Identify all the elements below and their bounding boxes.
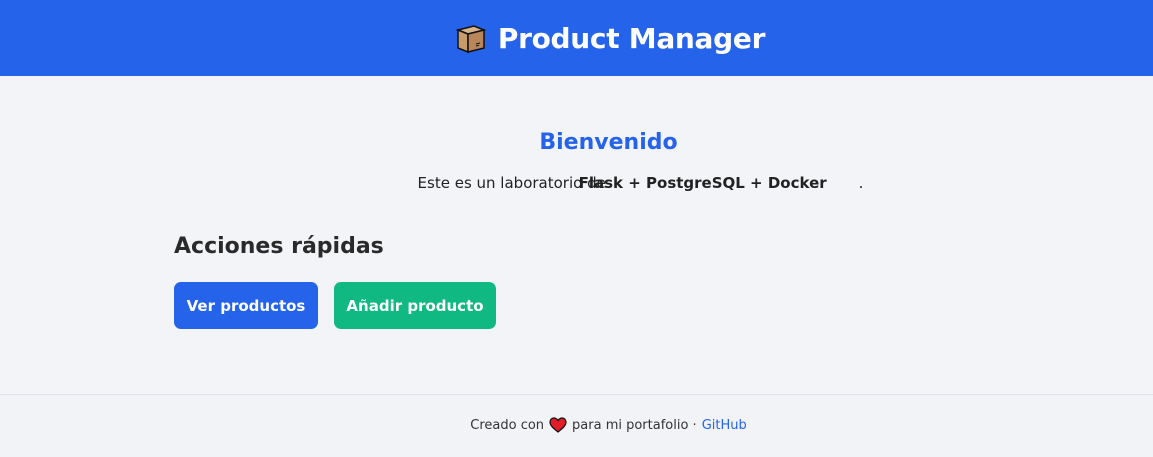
top-header: Product Manager (0, 0, 1153, 76)
welcome-title: Bienvenido (539, 130, 678, 155)
app-title: Product Manager (497, 21, 766, 55)
brand: Product Manager (452, 20, 765, 56)
package-box-icon (455, 25, 487, 54)
quick-actions-title: Acciones rápidas (174, 234, 384, 259)
footer-middle: para mi portafolio · (572, 417, 697, 433)
footer: Creado con para mi portafolio · GitHub (0, 394, 1153, 457)
view-products-button[interactable]: Ver productos (174, 282, 318, 329)
heart-icon (549, 417, 567, 433)
footer-prefix: Creado con (470, 417, 545, 433)
github-link[interactable]: GitHub (702, 418, 747, 433)
welcome-section: Bienvenido (0, 130, 1153, 155)
welcome-text-bold: Flask + PostgreSQL + Docker (578, 174, 827, 192)
add-product-button[interactable]: Añadir producto (334, 282, 496, 329)
welcome-text: Este es un laboratorio de Flask + Postgr… (0, 174, 1153, 192)
welcome-text-prefix: Este es un laboratorio de (417, 174, 611, 192)
welcome-text-line: Este es un laboratorio de Flask + Postgr… (386, 174, 864, 192)
welcome-text-suffix: . (858, 174, 864, 192)
footer-content: Creado con para mi portafolio · GitHub (470, 417, 747, 433)
